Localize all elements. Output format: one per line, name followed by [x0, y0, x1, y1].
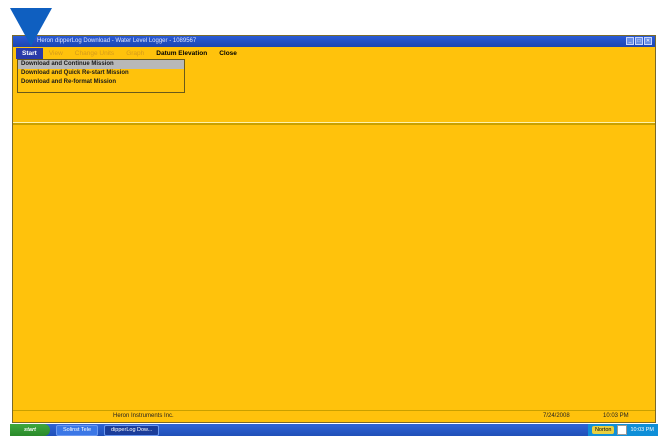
tray-clock: 10:03 PM — [630, 427, 654, 433]
menu-option-download-continue[interactable]: Download and Continue Mission — [18, 60, 184, 69]
menu-graph[interactable]: Graph — [120, 48, 150, 59]
start-dropdown-menu: Download and Continue Mission Download a… — [17, 59, 185, 93]
menu-option-download-quick-restart[interactable]: Download and Quick Re-start Mission — [18, 69, 184, 78]
taskbar: start Solinst Tele dipperLog Dow... Nort… — [10, 424, 658, 436]
minimize-button[interactable]: _ — [626, 37, 634, 45]
menu-change-units[interactable]: Change Units — [69, 48, 120, 59]
system-tray: Norton 10:03 PM — [587, 424, 658, 436]
title-bar: Heron dipperLog Download - Water Level L… — [13, 36, 655, 47]
taskbar-item-active[interactable]: dipperLog Dow... — [104, 424, 160, 436]
window-title: Heron dipperLog Download - Water Level L… — [37, 38, 197, 44]
menu-close[interactable]: Close — [213, 48, 243, 59]
close-window-button[interactable]: ✕ — [644, 37, 652, 45]
status-date: 7/24/2008 — [543, 413, 570, 419]
tray-app-icon[interactable] — [617, 425, 628, 435]
status-divider — [13, 410, 655, 411]
norton-tray-icon[interactable]: Norton — [591, 426, 615, 434]
taskbar-item[interactable]: Solinst Tele — [56, 424, 99, 436]
menu-start[interactable]: Start — [16, 48, 43, 59]
status-time: 10:03 PM — [603, 413, 629, 419]
menu-option-download-reformat[interactable]: Download and Re-format Mission — [18, 78, 184, 87]
app-window: Heron dipperLog Download - Water Level L… — [12, 35, 656, 423]
menu-bar: Start View Change Units Graph Datum Elev… — [16, 48, 243, 59]
menu-view[interactable]: View — [43, 48, 69, 59]
panel-divider — [13, 122, 655, 125]
start-button[interactable]: start — [10, 424, 50, 436]
menu-datum-elevation[interactable]: Datum Elevation — [150, 48, 213, 59]
window-controls: _ □ ✕ — [626, 37, 652, 45]
maximize-button[interactable]: □ — [635, 37, 643, 45]
pointer-marker — [10, 8, 52, 46]
status-company: Heron Instruments Inc. — [113, 413, 174, 419]
